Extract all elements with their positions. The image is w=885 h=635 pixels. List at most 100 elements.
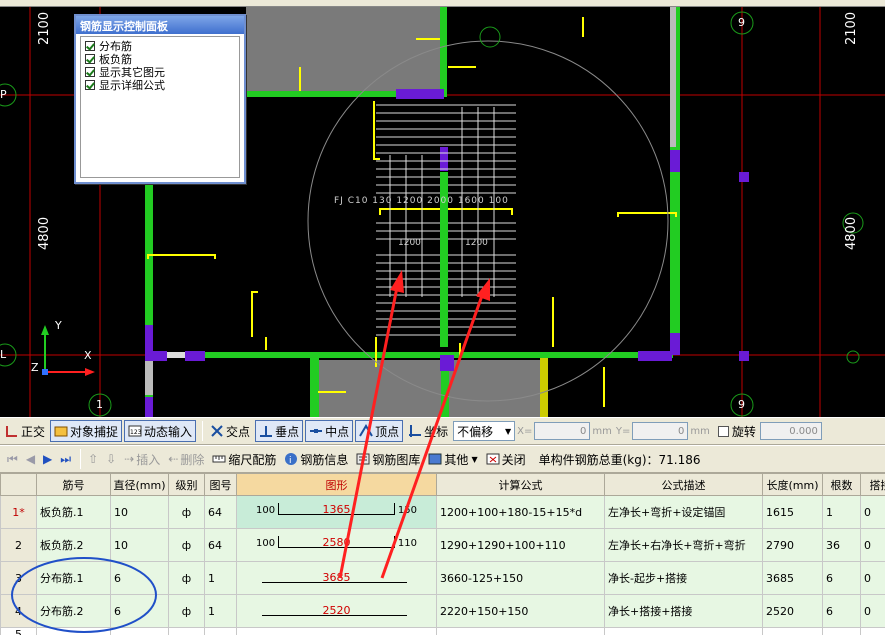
cell-formula-desc[interactable]: 左净长+右净长+弯折+弯折 [604, 528, 763, 562]
cell-diameter[interactable]: 10 [110, 528, 169, 562]
header-figure-no[interactable]: 图号 [204, 473, 237, 496]
cell-figure-no[interactable]: 64 [204, 528, 237, 562]
cell-rebar-no[interactable] [36, 627, 111, 635]
offset-select[interactable]: 不偏移 ▼ [453, 421, 516, 441]
table-row[interactable]: 4 分布筋.2 6 ф 1 2520 2220+150+150 净长+搭接+搭接… [0, 594, 885, 628]
cell-rebar-no[interactable]: 板负筋.1 [36, 495, 111, 529]
move-up-button[interactable]: ⇧ [85, 448, 101, 470]
header-diameter[interactable]: 直径(mm) [110, 473, 169, 496]
cell-lap[interactable] [860, 627, 885, 635]
cell-formula-desc[interactable]: 净长+搭接+搭接 [604, 594, 763, 628]
cell-length[interactable]: 3685 [762, 561, 823, 595]
row-number[interactable]: 4 [0, 594, 37, 628]
cell-figure[interactable]: 100 2580 110 [236, 528, 437, 562]
cell-figure-no[interactable] [204, 627, 237, 635]
scale-rebar-button[interactable]: 缩尺配筋 [209, 448, 279, 470]
cell-length[interactable] [762, 627, 823, 635]
delete-button[interactable]: ⇠ 删除 [165, 448, 207, 470]
cell-formula[interactable]: 3660-125+150 [436, 561, 605, 595]
cell-lap[interactable]: 0 [860, 561, 885, 595]
cell-figure[interactable]: 100 1365 150 [236, 495, 437, 529]
header-formula[interactable]: 计算公式 [436, 473, 605, 496]
cell-grade[interactable]: ф [168, 528, 205, 562]
header-length[interactable]: 长度(mm) [762, 473, 823, 496]
cell-figure[interactable]: 3685 [236, 561, 437, 595]
cell-count[interactable]: 6 [822, 594, 861, 628]
row-number[interactable]: 3 [0, 561, 37, 595]
header-lap[interactable]: 搭接 [860, 473, 885, 496]
insert-button[interactable]: ⇢ 插入 [121, 448, 163, 470]
cell-lap[interactable]: 0 [860, 594, 885, 628]
row-number[interactable]: 5 [0, 627, 37, 635]
prev-record-button[interactable]: ◀ [23, 448, 38, 470]
checkbox-checked-icon[interactable] [85, 66, 95, 77]
cell-lap[interactable]: 0 [860, 528, 885, 562]
coordinate-snap-button[interactable]: 坐标 [405, 420, 451, 442]
intersection-snap-button[interactable]: 交点 [207, 420, 253, 442]
row-number[interactable]: 1* [0, 495, 37, 529]
cell-figure[interactable]: 2520 [236, 594, 437, 628]
vertex-snap-button[interactable]: 顶点 [355, 420, 404, 442]
cell-diameter[interactable]: 6 [110, 594, 169, 628]
perpendicular-snap-button[interactable]: 垂点 [255, 420, 304, 442]
ortho-button[interactable]: 正交 [2, 420, 48, 442]
cell-count[interactable]: 36 [822, 528, 861, 562]
cell-formula[interactable]: 2220+150+150 [436, 594, 605, 628]
cell-grade[interactable]: ф [168, 495, 205, 529]
cell-count[interactable]: 1 [822, 495, 861, 529]
cell-lap[interactable]: 0 [860, 495, 885, 529]
move-down-button[interactable]: ⇩ [103, 448, 119, 470]
cell-rebar-no[interactable]: 板负筋.2 [36, 528, 111, 562]
cell-count[interactable] [822, 627, 861, 635]
cell-rebar-no[interactable]: 分布筋.2 [36, 594, 111, 628]
table-row[interactable]: 1* 板负筋.1 10 ф 64 100 1365 150 1200+100+1… [0, 495, 885, 529]
row-number[interactable]: 2 [0, 528, 37, 562]
cell-rebar-no[interactable]: 分布筋.1 [36, 561, 111, 595]
table-row[interactable]: 2 板负筋.2 10 ф 64 100 2580 110 1290+1290+1… [0, 528, 885, 562]
cell-diameter[interactable]: 10 [110, 495, 169, 529]
header-count[interactable]: 根数 [822, 473, 861, 496]
x-coordinate-field[interactable]: 0 [534, 422, 591, 440]
cell-formula-desc[interactable]: 净长-起步+搭接 [604, 561, 763, 595]
other-menu-button[interactable]: 其他 ▼ [425, 448, 480, 470]
cell-figure[interactable] [236, 627, 437, 635]
checkbox-checked-icon[interactable] [85, 53, 95, 64]
cell-figure-no[interactable]: 1 [204, 594, 237, 628]
cell-grade[interactable]: ф [168, 561, 205, 595]
header-rebar-no[interactable]: 筋号 [36, 473, 111, 496]
panel-item-detail-formula[interactable]: 显示详细公式 [85, 78, 235, 92]
cell-formula-desc[interactable]: 左净长+弯折+设定锚固 [604, 495, 763, 529]
cell-length[interactable]: 2790 [762, 528, 823, 562]
cell-length[interactable]: 1615 [762, 495, 823, 529]
last-record-button[interactable]: ⏭ [57, 448, 74, 470]
cell-diameter[interactable]: 6 [110, 561, 169, 595]
header-grade[interactable]: 级别 [168, 473, 205, 496]
midpoint-snap-button[interactable]: 中点 [305, 420, 354, 442]
dynamic-input-button[interactable]: 123 动态输入 [124, 420, 197, 442]
first-record-button[interactable]: ⏮ [4, 448, 21, 470]
cell-formula[interactable] [436, 627, 605, 635]
cell-formula[interactable]: 1290+1290+100+110 [436, 528, 605, 562]
table-row[interactable]: 3 分布筋.1 6 ф 1 3685 3660-125+150 净长-起步+搭接… [0, 561, 885, 595]
cell-grade[interactable]: ф [168, 594, 205, 628]
header-figure[interactable]: 图形 [236, 473, 437, 496]
cell-count[interactable]: 6 [822, 561, 861, 595]
rebar-display-control-panel[interactable]: 钢筋显示控制面板 分布筋 板负筋 显示其它图元 显示详细公式 [74, 14, 246, 184]
cell-diameter[interactable] [110, 627, 169, 635]
object-snap-button[interactable]: 对象捕捉 [50, 420, 123, 442]
cell-figure-no[interactable]: 1 [204, 561, 237, 595]
rebar-library-button[interactable]: 钢筋图库 [353, 448, 423, 470]
table-row-empty[interactable]: 5 [0, 627, 885, 635]
checkbox-checked-icon[interactable] [85, 40, 95, 51]
close-button[interactable]: 关闭 [483, 448, 529, 470]
rotate-checkbox[interactable] [717, 425, 729, 437]
rebar-info-button[interactable]: i 钢筋信息 [281, 448, 351, 470]
cell-formula[interactable]: 1200+100+180-15+15*d [436, 495, 605, 529]
next-record-button[interactable]: ▶ [40, 448, 55, 470]
rotate-angle-field[interactable]: 0.000 [759, 422, 822, 440]
y-coordinate-field[interactable]: 0 [632, 422, 689, 440]
cell-grade[interactable] [168, 627, 205, 635]
header-formula-desc[interactable]: 公式描述 [604, 473, 763, 496]
checkbox-checked-icon[interactable] [85, 79, 95, 90]
cell-figure-no[interactable]: 64 [204, 495, 237, 529]
